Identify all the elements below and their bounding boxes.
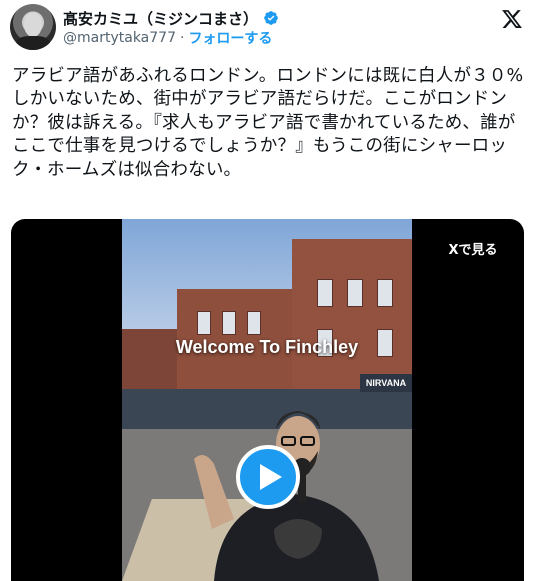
video-frame[interactable]: NIRVANA Welcome To Finchley	[122, 219, 412, 581]
window	[347, 279, 363, 307]
window	[377, 279, 393, 307]
avatar-suit	[16, 36, 50, 50]
window	[197, 311, 211, 335]
author-handle[interactable]: @martytaka777	[63, 30, 176, 46]
avatar-face	[24, 13, 42, 37]
author-display-name[interactable]: 髙安カミユ（ミジンコまさ）	[63, 8, 258, 29]
play-button[interactable]	[236, 445, 300, 509]
tweet-text: アラビア語があふれるロンドン。ロンドンには既に白人が３０%しかいないため、街中が…	[12, 66, 524, 180]
handle-separator: ·	[179, 30, 185, 46]
author-avatar[interactable]	[10, 4, 56, 50]
video-caption: Welcome To Finchley	[175, 337, 359, 357]
author-handle-row: @martytaka777 · フォローする	[63, 29, 272, 47]
window	[317, 279, 333, 307]
window	[247, 311, 261, 335]
tweet-header: 髙安カミユ（ミジンコまさ） @martytaka777 · フォローする	[0, 0, 534, 58]
tweet-media[interactable]: NIRVANA Welcome To Finchley Xで見る	[11, 219, 524, 581]
verified-badge-icon	[264, 11, 278, 25]
x-logo-icon[interactable]	[501, 8, 523, 30]
author-name-row: 髙安カミユ（ミジンコまさ）	[63, 8, 279, 28]
window	[222, 311, 236, 335]
follow-button[interactable]: フォローする	[188, 28, 272, 48]
play-icon	[259, 464, 282, 490]
view-on-x-button[interactable]: Xで見る	[432, 233, 514, 263]
